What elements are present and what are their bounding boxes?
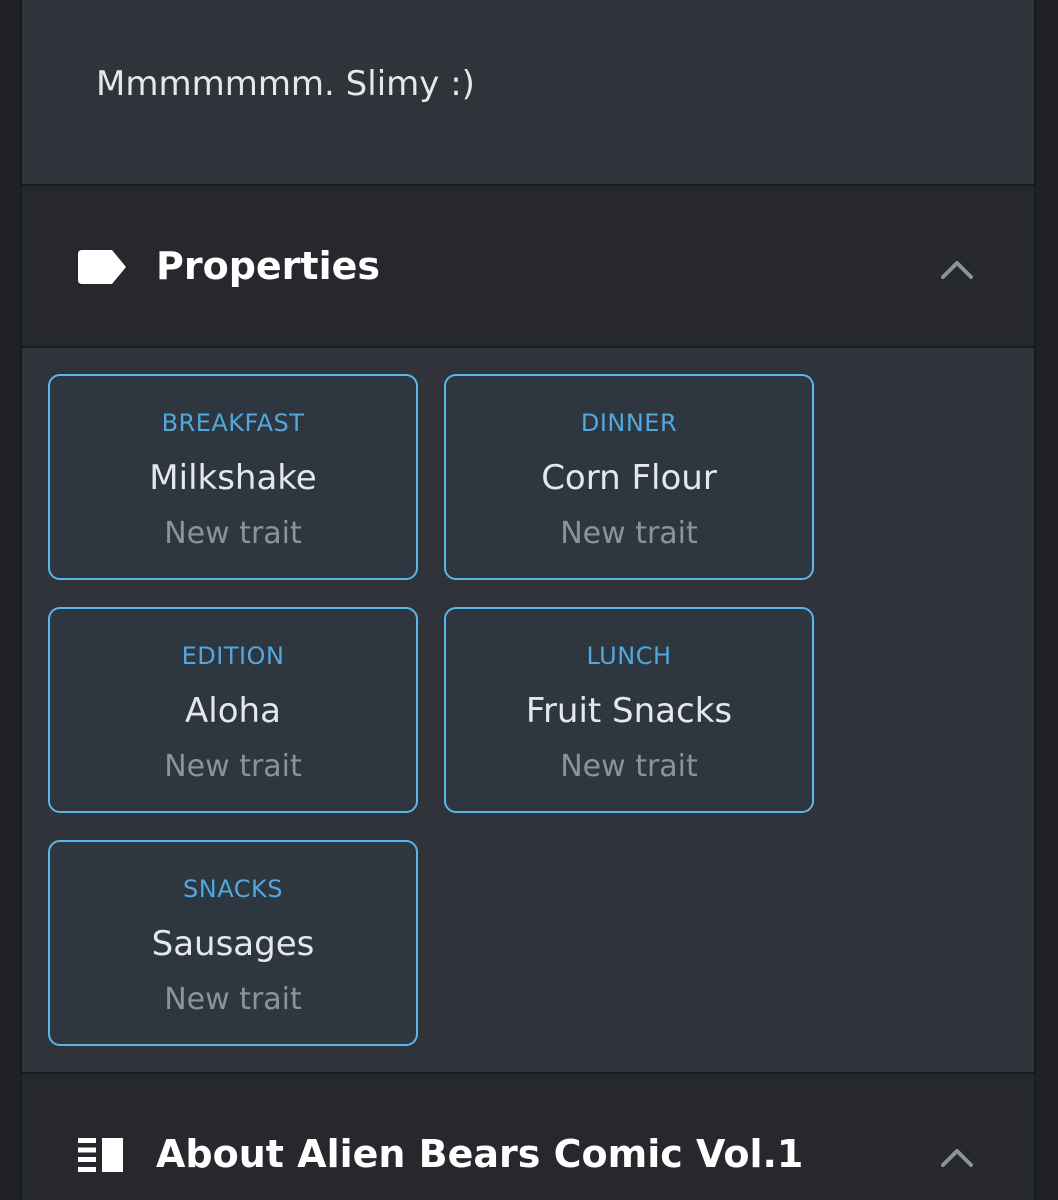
trait-value: Aloha	[185, 691, 281, 731]
chevron-up-icon[interactable]	[940, 1146, 974, 1168]
properties-header[interactable]: Properties	[22, 186, 1034, 348]
item-details-panel: Mmmmmmm. Slimy :) Properties BREAKFAST M…	[20, 0, 1036, 1200]
trait-card[interactable]: BREAKFAST Milkshake New trait	[48, 374, 418, 580]
trait-card[interactable]: EDITION Aloha New trait	[48, 607, 418, 813]
about-title: About Alien Bears Comic Vol.1	[156, 1132, 804, 1176]
trait-value: Corn Flour	[541, 458, 717, 498]
trait-value: Fruit Snacks	[525, 691, 733, 731]
label-tag-icon	[78, 250, 126, 284]
about-header[interactable]: About Alien Bears Comic Vol.1	[22, 1072, 1034, 1200]
trait-value: Milkshake	[149, 458, 317, 498]
subject-list-icon	[78, 1138, 123, 1172]
trait-card[interactable]: LUNCH Fruit Snacks New trait	[444, 607, 814, 813]
trait-type: EDITION	[181, 642, 285, 670]
trait-rarity: New trait	[560, 516, 698, 551]
trait-type: SNACKS	[183, 875, 283, 903]
description-section: Mmmmmmm. Slimy :)	[22, 0, 1034, 186]
trait-value: Sausages	[151, 924, 315, 964]
trait-type: DINNER	[580, 409, 678, 437]
trait-rarity: New trait	[164, 516, 302, 551]
trait-card[interactable]: DINNER Corn Flour New trait	[444, 374, 814, 580]
trait-type: BREAKFAST	[161, 409, 305, 437]
trait-card[interactable]: SNACKS Sausages New trait	[48, 840, 418, 1046]
properties-title: Properties	[156, 244, 380, 288]
trait-type: LUNCH	[586, 642, 672, 670]
description-text: Mmmmmmm. Slimy :)	[96, 64, 475, 104]
trait-rarity: New trait	[164, 982, 302, 1017]
trait-rarity: New trait	[560, 749, 698, 784]
trait-rarity: New trait	[164, 749, 302, 784]
chevron-up-icon[interactable]	[940, 258, 974, 280]
